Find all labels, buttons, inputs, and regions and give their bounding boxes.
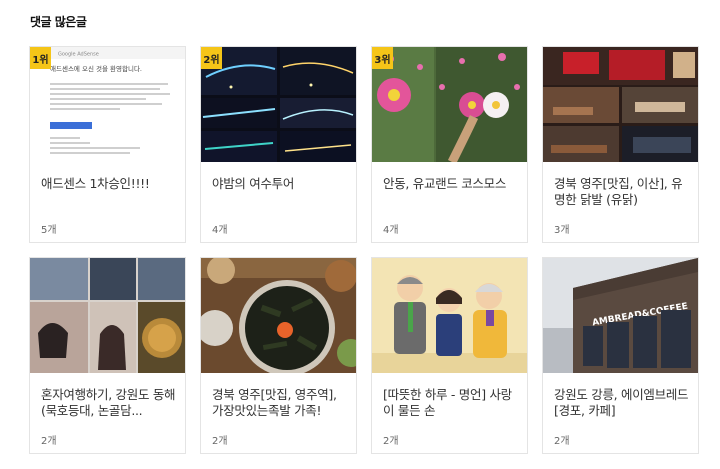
cosmos-flowers-image [372, 47, 527, 162]
post-title[interactable]: 안동, 유교랜드 코스모스 [383, 176, 519, 192]
adsense-brand-text: Google AdSense [58, 52, 99, 58]
thumbnail-night-tour[interactable]: 2위 [201, 47, 356, 162]
bibimbap-food-image [201, 258, 356, 373]
family-illustration-image [372, 258, 527, 373]
thumbnail-solo-travel[interactable] [30, 258, 185, 373]
rank-badge: 3위 [372, 47, 393, 69]
post-card-8[interactable]: AMBREAD&COFFEE 강원도 강릉, 에이엠브레드 [경포, 카페] 2… [542, 257, 699, 454]
adsense-headline-text: 애드센스에 오신 것을 환영합니다. [50, 64, 142, 73]
post-card-2[interactable]: 2위 야밤의 여수투어 4개 [200, 46, 357, 243]
thumbnail-cafe[interactable]: AMBREAD&COFFEE [543, 258, 698, 373]
comment-count: 2개 [212, 436, 228, 447]
post-title[interactable]: 경북 영주[맛집, 영주역], 가장맛있는족발 가족! [212, 387, 348, 419]
restaurant-interior-image [543, 47, 698, 162]
post-title[interactable]: 야밤의 여수투어 [212, 176, 348, 192]
comment-count: 2개 [41, 436, 57, 447]
night-bridge-image [201, 47, 356, 162]
post-title[interactable]: 혼자여행하기, 강원도 동해(묵호등대, 논골담... [41, 387, 177, 419]
post-card-5[interactable]: 혼자여행하기, 강원도 동해(묵호등대, 논골담... 2개 [29, 257, 186, 454]
cafe-building-image: AMBREAD&COFFEE [543, 258, 698, 373]
post-card-6[interactable]: 경북 영주[맛집, 영주역], 가장맛있는족발 가족! 2개 [200, 257, 357, 454]
post-title[interactable]: 경북 영주[맛집, 이산], 유명한 닭발 (유닭) [554, 176, 690, 208]
adsense-email-image: Google AdSense 애드센스에 오신 것을 환영합니다. [30, 47, 185, 162]
comment-count: 5개 [41, 225, 57, 236]
thumbnail-bibimbap[interactable] [201, 258, 356, 373]
travel-collage-image [30, 258, 185, 373]
post-title[interactable]: 애드센스 1차승인!!!! [41, 176, 177, 192]
post-card-7[interactable]: [따뜻한 하루 - 명언] 사랑이 물든 손 2개 [371, 257, 528, 454]
rank-badge: 1위 [30, 47, 51, 69]
comment-count: 2개 [383, 436, 399, 447]
post-card-4[interactable]: 경북 영주[맛집, 이산], 유명한 닭발 (유닭) 3개 [542, 46, 699, 243]
thumbnail-cosmos[interactable]: 3위 [372, 47, 527, 162]
thumbnail-restaurant[interactable] [543, 47, 698, 162]
section-title: 댓글 많은글 [30, 15, 87, 29]
post-card-3[interactable]: 3위 안동, 유교랜드 코스모스 4개 [371, 46, 528, 243]
comment-count: 2개 [554, 436, 570, 447]
post-title[interactable]: [따뜻한 하루 - 명언] 사랑이 물든 손 [383, 387, 519, 419]
post-title[interactable]: 강원도 강릉, 에이엠브레드 [경포, 카페] [554, 387, 690, 419]
thumbnail-warm-day[interactable] [372, 258, 527, 373]
comment-count: 4개 [212, 225, 228, 236]
comment-count: 4개 [383, 225, 399, 236]
comment-count: 3개 [554, 225, 570, 236]
thumbnail-adsense[interactable]: Google AdSense 애드센스에 오신 것을 환영합니다. 1위 [30, 47, 185, 162]
post-card-1[interactable]: Google AdSense 애드센스에 오신 것을 환영합니다. 1위 애드센… [29, 46, 186, 243]
rank-badge: 2위 [201, 47, 222, 69]
